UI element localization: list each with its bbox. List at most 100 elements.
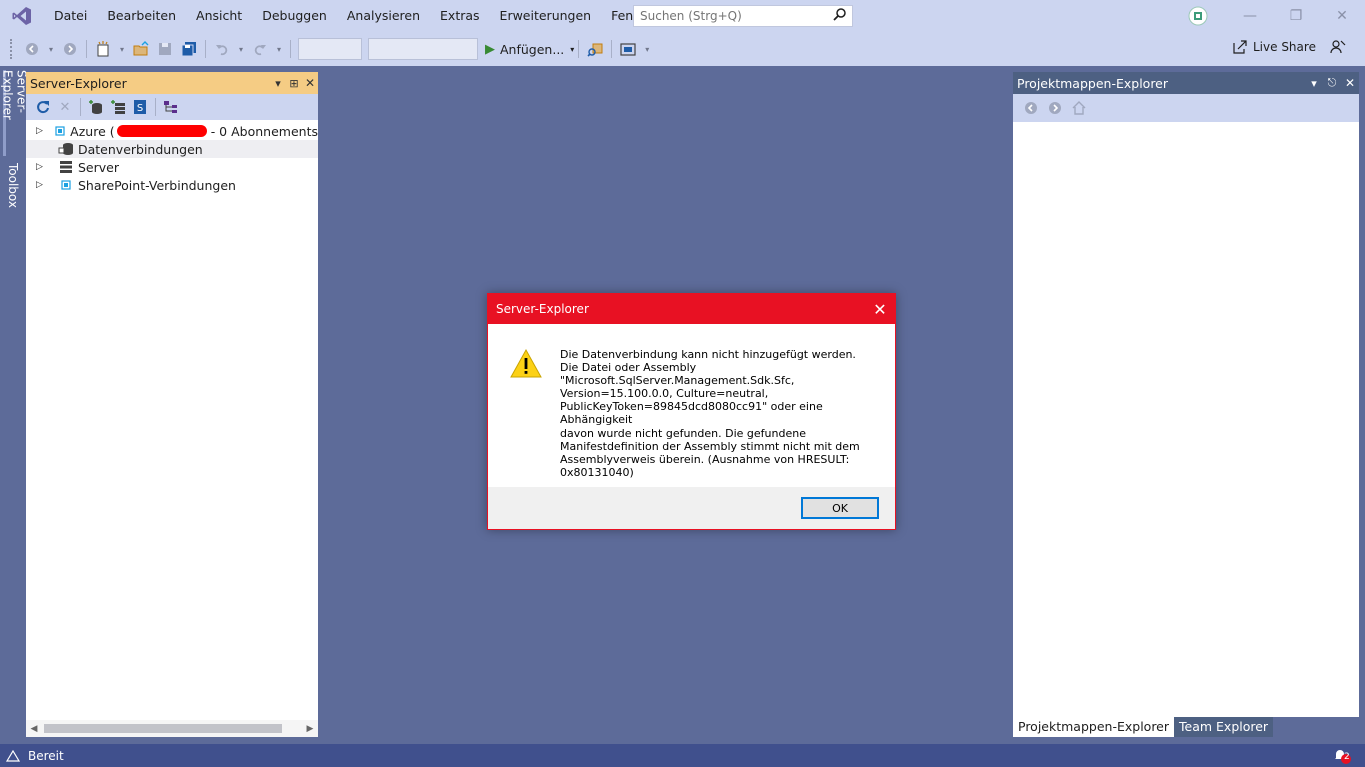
chevron-down-icon: ▾ (570, 44, 575, 54)
menu-item-debuggen[interactable]: Debuggen (252, 0, 337, 32)
account-icon[interactable] (1188, 6, 1208, 26)
solution-explorer-toolbar (1013, 94, 1359, 122)
dialog-body: Die Datenverbindung kann nicht hinzugefü… (488, 324, 895, 487)
play-icon: ▶ (485, 41, 495, 57)
class-view-icon[interactable] (162, 98, 180, 116)
find-in-files-icon[interactable] (585, 39, 605, 59)
ok-button[interactable]: OK (801, 497, 879, 519)
dialog-close-icon[interactable]: ✕ (865, 300, 895, 319)
chevron-down-icon[interactable]: ▾ (46, 39, 56, 59)
azure-icon (54, 123, 66, 139)
sharepoint-icon (58, 177, 74, 193)
toolbar-separator (205, 40, 206, 58)
redo-icon[interactable] (250, 39, 270, 59)
search-input[interactable] (640, 9, 833, 23)
pin-icon[interactable]: ⊞ (286, 77, 302, 90)
database-connections-icon (58, 141, 74, 157)
tab-team-explorer[interactable]: Team Explorer (1174, 717, 1274, 737)
server-icon (58, 159, 74, 175)
save-icon[interactable] (155, 39, 175, 59)
back-icon[interactable] (1021, 98, 1041, 118)
tree-item-label: Azure ( (70, 123, 115, 139)
pin-icon[interactable]: ⎋ (1323, 76, 1341, 90)
screenshot-icon[interactable] (618, 39, 638, 59)
tab-projektmappen-explorer[interactable]: Projektmappen-Explorer (1013, 717, 1175, 737)
toolbar-grip[interactable] (10, 39, 14, 59)
new-project-icon[interactable] (93, 39, 113, 59)
connect-to-server-icon[interactable] (109, 98, 127, 116)
solution-platform-combo[interactable] (368, 38, 478, 60)
menu-item-bearbeiten[interactable]: Bearbeiten (97, 0, 186, 32)
toolbar-overflow-icon[interactable]: ▾ (642, 39, 652, 59)
warning-icon (510, 348, 542, 380)
navigate-forward-icon[interactable] (60, 39, 80, 59)
connect-to-database-icon[interactable] (87, 98, 105, 116)
live-share-icon (1233, 40, 1247, 54)
live-share-button[interactable]: Live Share (1232, 40, 1316, 54)
menu-item-datei[interactable]: Datei (44, 0, 97, 32)
dialog-message: Die Datenverbindung kann nicht hinzugefü… (560, 348, 860, 479)
solution-explorer-title: Projektmappen-Explorer (1017, 75, 1169, 91)
toolbar-separator (155, 98, 156, 116)
menu-item-ansicht[interactable]: Ansicht (186, 0, 252, 32)
restore-button[interactable]: ❐ (1273, 0, 1319, 32)
tree-item-datenverbindungen[interactable]: Datenverbindungen (26, 140, 318, 158)
notifications-button[interactable]: 2 (1333, 747, 1357, 765)
feedback-icon[interactable] (1330, 39, 1346, 55)
menu-item-extras[interactable]: Extras (430, 0, 490, 32)
refresh-icon[interactable] (34, 98, 52, 116)
search-box[interactable] (633, 5, 853, 27)
visual-studio-logo-icon[interactable] (0, 0, 44, 32)
chevron-down-icon[interactable]: ▾ (236, 39, 246, 59)
home-icon[interactable] (1069, 98, 1089, 118)
expand-arrow-icon[interactable]: ▷ (36, 126, 46, 136)
tree-item-sharepoint[interactable]: ▷ SharePoint-Verbindungen (26, 176, 318, 194)
tree-item-azure[interactable]: ▷ Azure ( - 0 Abonnements (26, 122, 318, 140)
chevron-down-icon[interactable]: ▾ (274, 39, 284, 59)
title-menu-bar: Datei Bearbeiten Ansicht Debuggen Analysiere… (0, 0, 1365, 32)
close-icon[interactable]: ✕ (1341, 76, 1359, 90)
dialog-title: Server-Explorer (496, 302, 589, 316)
solution-explorer-header: Projektmappen-Explorer ▾ ⎋ ✕ (1013, 72, 1359, 94)
search-icon (833, 8, 846, 24)
forward-icon[interactable] (1045, 98, 1065, 118)
side-tab-server-explorer[interactable]: Server-Explorer (1, 70, 29, 156)
menu-item-analysieren[interactable]: Analysieren (337, 0, 430, 32)
tree-item-label-suffix: - 0 Abonnements (210, 123, 318, 139)
menu-item-erweiterungen[interactable]: Erweiterungen (490, 0, 602, 32)
save-all-icon[interactable] (179, 39, 199, 59)
scroll-right-icon[interactable]: ▶ (302, 724, 318, 734)
window-position-icon[interactable]: ▾ (270, 77, 286, 90)
sharepoint-connect-icon[interactable]: S (131, 98, 149, 116)
attach-label: Anfügen... (500, 41, 565, 57)
stop-icon[interactable]: ✕ (56, 98, 74, 116)
scrollbar-thumb[interactable] (44, 724, 282, 733)
right-panel-tabs: Projektmappen-Explorer Team Explorer (1013, 717, 1274, 737)
side-tab-toolbox[interactable]: Toolbox (3, 162, 23, 208)
close-window-button[interactable]: ✕ (1319, 0, 1365, 32)
scroll-left-icon[interactable]: ◀ (26, 724, 42, 734)
dialog-title-bar: Server-Explorer ✕ (488, 294, 895, 324)
dialog-footer: OK (488, 487, 895, 529)
expand-arrow-icon[interactable]: ▷ (36, 180, 50, 190)
toolbar-separator (80, 98, 81, 116)
navigate-back-icon[interactable] (22, 39, 42, 59)
svg-text:S: S (137, 103, 143, 114)
solution-configuration-combo[interactable] (298, 38, 362, 60)
tree-item-server[interactable]: ▷ Server (26, 158, 318, 176)
horizontal-scrollbar[interactable]: ◀ ▶ (26, 720, 318, 737)
server-explorer-panel: Server-Explorer ▾ ⊞ ✕ ✕ S ▷ Azure (- 0 … (26, 72, 318, 737)
chevron-down-icon[interactable]: ▾ (117, 39, 127, 59)
undo-icon[interactable] (212, 39, 232, 59)
attach-button[interactable]: ▶ Anfügen... ▾ (485, 38, 574, 60)
tree-item-label: Server (78, 159, 119, 175)
notification-count: 2 (1344, 752, 1350, 762)
minimize-button[interactable]: — (1227, 0, 1273, 32)
solution-explorer-panel: Projektmappen-Explorer ▾ ⎋ ✕ (1013, 72, 1359, 717)
live-share-label: Live Share (1253, 40, 1316, 54)
expand-arrow-icon[interactable]: ▷ (36, 162, 50, 172)
close-icon[interactable]: ✕ (302, 76, 318, 90)
status-bar: Bereit 2 (0, 744, 1365, 767)
open-file-icon[interactable] (131, 39, 151, 59)
window-position-icon[interactable]: ▾ (1305, 77, 1323, 90)
